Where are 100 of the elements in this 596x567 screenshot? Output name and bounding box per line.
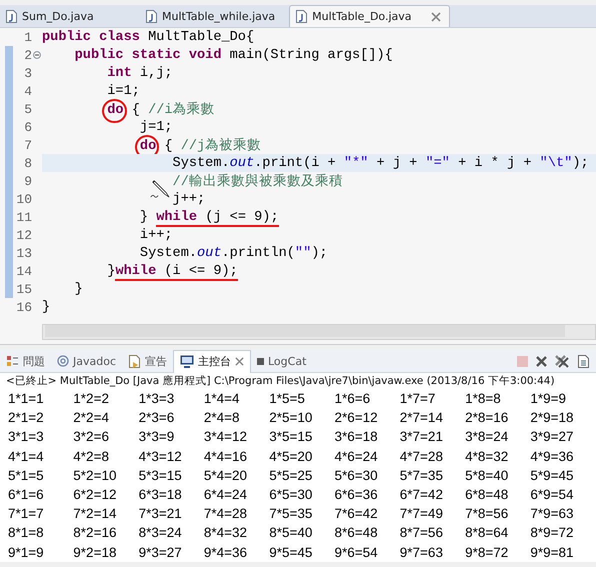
editor-tab[interactable]: MultTable_Do.java bbox=[289, 5, 450, 27]
output-text: 1*1=1 bbox=[8, 391, 45, 406]
output-text: 5*1=5 bbox=[8, 468, 45, 483]
output-text: 8*8=64 bbox=[465, 525, 510, 540]
output-text: 1*5=5 bbox=[269, 391, 306, 406]
remove-icon[interactable] bbox=[536, 356, 547, 366]
output-text: 3*9=27 bbox=[530, 429, 575, 444]
line-number: 9 bbox=[23, 174, 32, 188]
output-text: 8*4=32 bbox=[204, 525, 248, 540]
code-line: j++; bbox=[172, 192, 206, 206]
output-text: 4*8=32 bbox=[465, 448, 510, 464]
line-number: 12 bbox=[15, 228, 32, 242]
output-text: 7*5=35 bbox=[269, 506, 314, 522]
output-text: 4*5=20 bbox=[269, 448, 314, 464]
output-text: 2*3=6 bbox=[138, 410, 176, 426]
output-text: 3*4=12 bbox=[204, 429, 248, 444]
output-text: 9*7=63 bbox=[400, 544, 444, 560]
output-text: 7*9=63 bbox=[530, 506, 575, 522]
output-text: 3*1=3 bbox=[8, 429, 45, 444]
line-number: 2 bbox=[23, 48, 32, 62]
output-text: 5*7=35 bbox=[400, 468, 444, 483]
line-number: 7 bbox=[23, 138, 32, 152]
output-text: 2*7=14 bbox=[400, 410, 444, 426]
output-text: 6*4=24 bbox=[204, 487, 248, 502]
code-line: System.out.print(i + "*" + j + "=" + i * j + "\t"); bbox=[172, 156, 589, 170]
output-text: 1*7=7 bbox=[400, 391, 436, 406]
code-line: i=1; bbox=[107, 84, 140, 98]
output-text: 8*5=40 bbox=[269, 525, 314, 540]
editor-tab[interactable]: Sum_Do.java bbox=[0, 5, 140, 27]
view-tab[interactable]: 主控台 bbox=[173, 350, 251, 372]
output-text: 7*3=21 bbox=[138, 506, 183, 522]
view-tab[interactable]: 宣告 bbox=[122, 350, 173, 372]
output-text: 9*1=9 bbox=[8, 544, 45, 560]
output-text: 4*4=16 bbox=[204, 448, 248, 464]
code-line: System.out.println(""); bbox=[140, 246, 328, 260]
output-text: 5*5=25 bbox=[269, 468, 314, 483]
code-line: i++; bbox=[140, 228, 173, 242]
java-file-icon bbox=[6, 10, 17, 22]
output-text: 8*7=56 bbox=[400, 525, 444, 540]
output-text: 7*1=7 bbox=[8, 506, 45, 522]
output-text: 3*6=18 bbox=[334, 429, 379, 444]
code-line: do { //i為乘數 bbox=[107, 100, 215, 118]
output-text: 8*9=72 bbox=[530, 525, 575, 540]
output-text: 1*8=8 bbox=[465, 391, 502, 406]
code-line: int i,j; bbox=[107, 66, 173, 80]
line-number: 3 bbox=[23, 66, 32, 80]
line-number: 10 bbox=[15, 192, 32, 206]
output-text: 9*3=27 bbox=[138, 544, 183, 560]
pencil-cursor-icon bbox=[150, 178, 172, 200]
output-text: 3*5=15 bbox=[269, 429, 314, 444]
view-tab[interactable]: 問題 bbox=[0, 350, 51, 372]
collapse-icon[interactable] bbox=[33, 51, 41, 59]
java-file-icon bbox=[146, 10, 157, 22]
output-text: 4*1=4 bbox=[8, 448, 45, 464]
line-number: 4 bbox=[23, 84, 32, 98]
line-number: 6 bbox=[23, 120, 32, 134]
output-text: 1*2=2 bbox=[73, 391, 110, 406]
output-text: 5*9=45 bbox=[530, 468, 575, 483]
output-text: 1*9=9 bbox=[530, 391, 568, 406]
problems-icon bbox=[6, 354, 19, 368]
output-text: 6*7=42 bbox=[400, 487, 444, 502]
code-line: public static void main(String args[]){ bbox=[74, 48, 393, 62]
output-text: 7*8=56 bbox=[465, 506, 510, 522]
line-number: 14 bbox=[15, 264, 32, 278]
output-text: 2*2=4 bbox=[73, 410, 110, 426]
output-text: 9*6=54 bbox=[334, 544, 379, 560]
square-icon bbox=[257, 358, 264, 364]
line-number: 8 bbox=[23, 156, 32, 170]
output-text: 2*5=10 bbox=[269, 410, 314, 426]
code-line: } bbox=[74, 282, 83, 296]
output-text: 6*2=12 bbox=[73, 487, 118, 502]
output-text: 2*6=12 bbox=[334, 410, 379, 426]
output-text: 7*2=14 bbox=[73, 506, 118, 522]
code-line: } while (j <= 9); bbox=[140, 210, 279, 224]
output-text: 5*4=20 bbox=[204, 468, 248, 483]
document-icon[interactable] bbox=[577, 354, 590, 368]
close-icon[interactable] bbox=[235, 357, 244, 366]
output-text: 7*6=42 bbox=[334, 506, 379, 522]
output-text: 7*4=28 bbox=[204, 506, 248, 522]
view-tab[interactable]: LogCat bbox=[251, 350, 312, 372]
output-text: 1*4=4 bbox=[204, 391, 241, 406]
output-text: 5*6=30 bbox=[334, 468, 379, 483]
line-number: 16 bbox=[15, 300, 32, 314]
monitor-icon bbox=[180, 355, 194, 368]
code-line: } bbox=[42, 300, 50, 314]
output-text: 6*9=54 bbox=[530, 487, 575, 502]
output-text: 6*1=6 bbox=[8, 487, 45, 502]
line-number: 11 bbox=[15, 210, 32, 224]
output-text: 8*1=8 bbox=[8, 525, 45, 540]
code-line: }while (i <= 9); bbox=[107, 264, 238, 278]
code-line: j=1; bbox=[140, 120, 173, 134]
view-tab[interactable]: Javadoc bbox=[51, 350, 122, 372]
editor-tab[interactable]: MultTable_while.java bbox=[140, 5, 290, 27]
output-text: 8*3=24 bbox=[138, 525, 183, 540]
horizontal-scrollbar[interactable] bbox=[42, 324, 596, 340]
output-text: 5*2=10 bbox=[73, 468, 118, 483]
remove-all-icon[interactable] bbox=[555, 354, 569, 368]
close-icon[interactable] bbox=[430, 12, 440, 22]
output-text: 4*3=12 bbox=[138, 448, 183, 464]
output-text: 4*2=8 bbox=[73, 448, 110, 464]
